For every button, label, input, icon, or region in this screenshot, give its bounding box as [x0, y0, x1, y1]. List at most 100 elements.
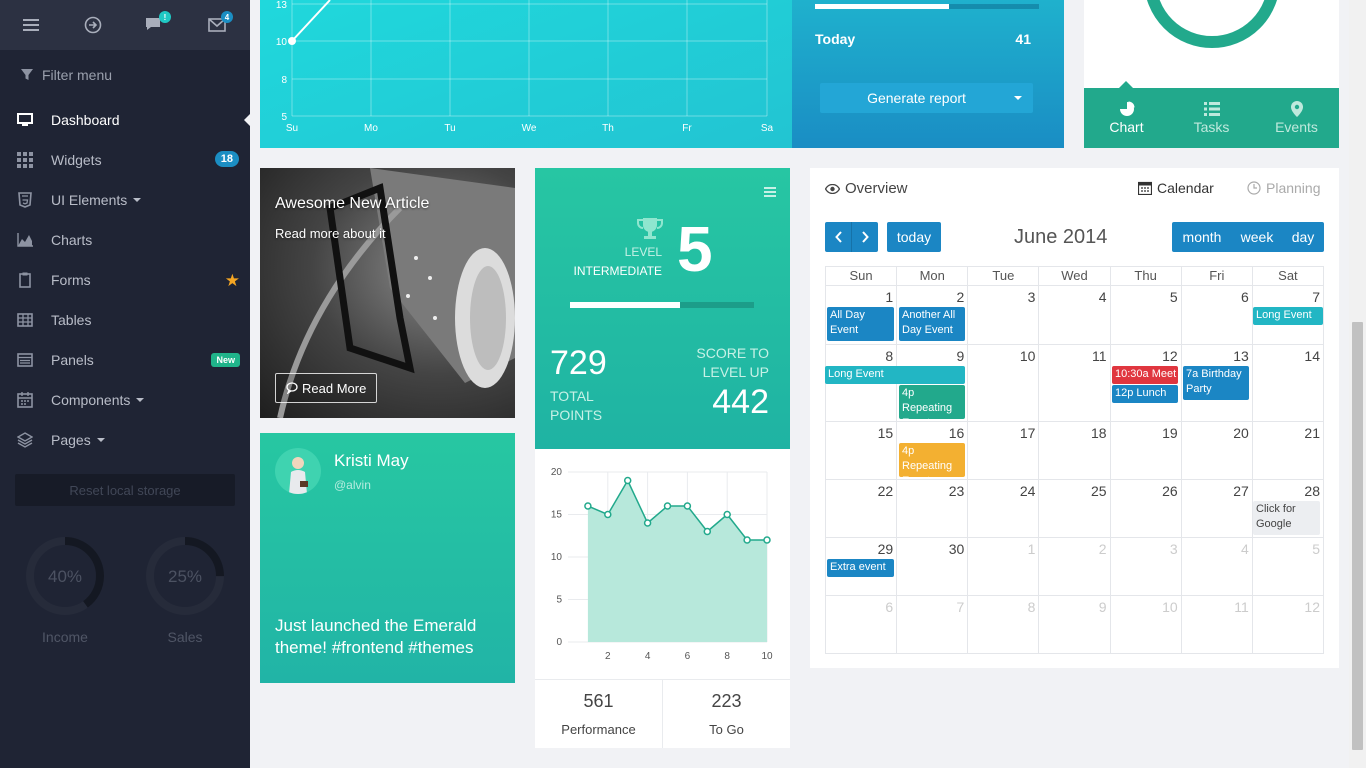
chat-button[interactable]: ! [124, 0, 186, 50]
calendar-day-cell[interactable]: 25 [1039, 480, 1111, 538]
calendar-event[interactable]: 4p Repeating Event [899, 443, 965, 477]
calendar-day-cell[interactable]: 4 [1181, 538, 1253, 596]
calendar-day-cell[interactable]: 12 [1252, 596, 1324, 654]
view-week-button[interactable]: week [1232, 222, 1282, 252]
sidebar-item-label: Dashboard [51, 112, 120, 128]
tab-events[interactable]: Events [1254, 88, 1339, 148]
calendar-day-cell[interactable]: 27 [1181, 480, 1253, 538]
overview-tab[interactable]: Overview [825, 180, 908, 197]
calendar-day-cell[interactable]: 11 [1181, 596, 1253, 654]
dropdown-caret-icon[interactable] [1003, 96, 1033, 100]
calendar-day-cell[interactable]: 24 [968, 480, 1040, 538]
calendar-day-cell[interactable]: 8 [968, 596, 1040, 654]
calendar-event[interactable]: 4p Repeating Event [899, 385, 965, 419]
calendar-day-cell[interactable]: 1 [968, 538, 1040, 596]
calendar-day-cell[interactable]: 17 [968, 422, 1040, 480]
tab-tasks[interactable]: Tasks [1169, 88, 1254, 148]
generate-report-button[interactable]: Generate report [820, 83, 1033, 113]
calendar-day-cell[interactable]: 18 [1039, 422, 1111, 480]
page-scrollbar[interactable] [1349, 0, 1366, 768]
table-icon [16, 312, 34, 328]
sidebar-item-pages[interactable]: Pages [0, 420, 250, 460]
calendar-day-cell[interactable]: 9 [1039, 596, 1111, 654]
reset-local-storage-button[interactable]: Reset local storage [15, 474, 235, 506]
trophy-icon [637, 218, 663, 239]
score-label-line: LEVEL UP [702, 364, 769, 380]
income-donut: 40% Income [25, 536, 105, 645]
calendar-event[interactable]: 10:30a Meet [1112, 366, 1178, 384]
report-panel: Today 41 Generate report [792, 0, 1064, 148]
calendar-day-cell[interactable]: 22 [826, 480, 898, 538]
calendar-event[interactable]: 7a Birthday Party [1183, 366, 1249, 400]
calendar-day-cell[interactable]: 11 [1039, 345, 1111, 422]
calendar-day-cell[interactable]: 21 [1252, 422, 1324, 480]
calendar-day-cell[interactable]: 6 [826, 596, 898, 654]
calendar-day-cell[interactable]: 10 [968, 345, 1040, 422]
calendar-day-cell[interactable]: 5 [1110, 286, 1182, 345]
view-month-button[interactable]: month [1172, 222, 1232, 252]
article-card[interactable]: Awesome New Article Read more about it R… [260, 168, 515, 418]
eye-icon [825, 183, 840, 194]
area-chart-card: 20 15 10 5 0 2 4 6 8 10 561 Performance 223 To G… [535, 449, 790, 748]
signout-button[interactable] [62, 0, 124, 50]
calendar-label: Calendar [1157, 180, 1214, 196]
calendar-event[interactable]: 12p Lunch [1112, 385, 1178, 403]
calendar-event[interactable]: Long Event [825, 366, 965, 384]
sidebar-item-charts[interactable]: Charts [0, 220, 250, 260]
sidebar-item-panels[interactable]: Panels New [0, 340, 250, 380]
sidebar-item-forms[interactable]: Forms ★ [0, 260, 250, 300]
calendar-day-cell[interactable]: 3 [1110, 538, 1182, 596]
sidebar-item-ui-elements[interactable]: UI Elements [0, 180, 250, 220]
avatar[interactable] [275, 448, 321, 494]
tab-chart[interactable]: Chart [1084, 88, 1169, 148]
scrollbar-thumb[interactable] [1352, 322, 1363, 750]
sidebar-item-label: Widgets [51, 152, 102, 168]
planning-tab[interactable]: Planning [1247, 180, 1321, 196]
menu-toggle-button[interactable] [0, 0, 62, 50]
next-month-button[interactable] [851, 222, 878, 252]
togo-value: 223 [711, 691, 742, 711]
sidebar-item-dashboard[interactable]: Dashboard [0, 100, 250, 140]
sidebar-item-components[interactable]: Components [0, 380, 250, 420]
sidebar-item-tables[interactable]: Tables [0, 300, 250, 340]
level-progress-fill [570, 302, 681, 308]
calendar-day-cell[interactable]: 6 [1181, 286, 1253, 345]
calendar-day-cell[interactable]: 5 [1252, 538, 1324, 596]
calendar-day-cell[interactable]: 2 [1039, 538, 1111, 596]
calendar-day-cell[interactable]: 7 [897, 596, 969, 654]
today-button[interactable]: today [887, 222, 941, 252]
calendar-day-cell[interactable]: 14 [1252, 345, 1324, 422]
calendar-weekday-header: Sun Mon Tue Wed Thu Fri Sat [826, 267, 1324, 286]
calendar-tab[interactable]: Calendar [1138, 180, 1214, 196]
widgets-count-badge: 18 [214, 151, 239, 167]
calendar-event[interactable]: Click for Google [1253, 501, 1320, 535]
calendar-day-cell[interactable]: 19 [1110, 422, 1182, 480]
sidebar-item-widgets[interactable]: Widgets 18 [0, 140, 250, 180]
calendar-day-cell[interactable]: 20 [1181, 422, 1253, 480]
prev-month-button[interactable] [825, 222, 852, 252]
area-series-fill [587, 480, 767, 642]
points-label: TOTAL POINTS [550, 387, 602, 425]
calendar-event[interactable]: Another All Day Event [899, 307, 965, 341]
x-tick-label: Su [286, 123, 298, 134]
calendar-day-cell[interactable]: 15 [826, 422, 898, 480]
calendar-day-cell[interactable]: 10 [1110, 596, 1182, 654]
y-tick-label: 10 [276, 37, 288, 48]
calendar-day-cell[interactable]: 4 [1039, 286, 1111, 345]
calendar-day-cell[interactable]: 23 [897, 480, 969, 538]
sidebar-item-label: Charts [51, 232, 93, 248]
calendar-day-cell[interactable]: 26 [1110, 480, 1182, 538]
view-day-button[interactable]: day [1282, 222, 1324, 252]
calendar-day-cell[interactable]: 30 [897, 538, 969, 596]
level-menu-button[interactable] [764, 184, 776, 202]
chevron-down-icon [96, 438, 105, 442]
filter-menu[interactable]: Filter menu [0, 50, 250, 100]
calendar-event[interactable]: Long Event [1253, 307, 1323, 325]
chevron-down-icon [133, 198, 142, 202]
calendar-event[interactable]: All Day Event [827, 307, 894, 341]
area-chart-point [663, 502, 672, 510]
read-more-button[interactable]: Read More [275, 373, 378, 403]
calendar-event[interactable]: Extra event [827, 559, 894, 577]
mail-button[interactable]: 4 [186, 0, 248, 50]
calendar-day-cell[interactable]: 3 [968, 286, 1040, 345]
